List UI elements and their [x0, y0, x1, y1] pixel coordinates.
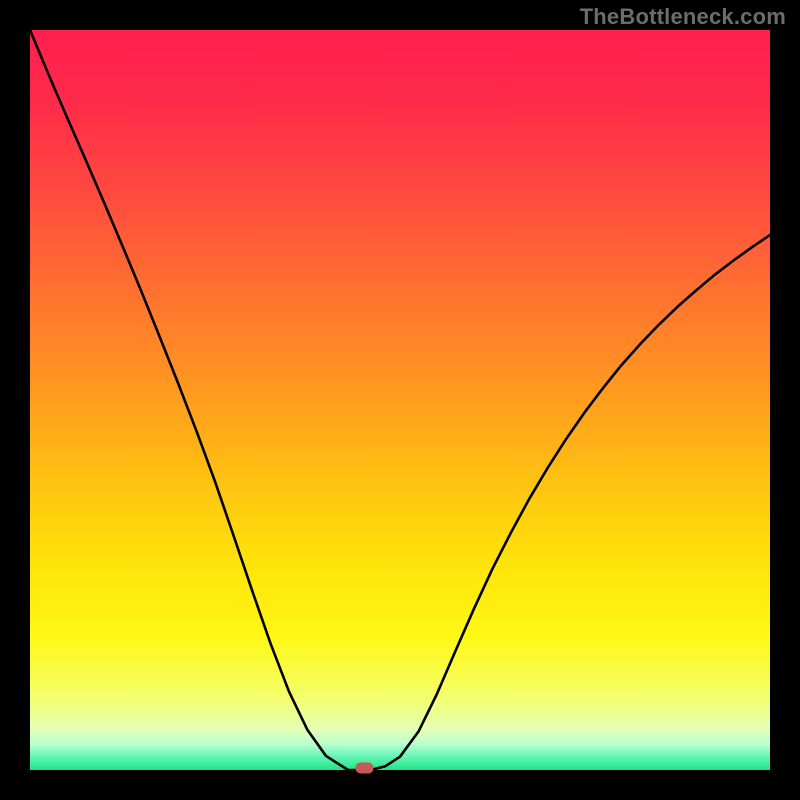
- watermark-text: TheBottleneck.com: [580, 4, 786, 30]
- optimal-marker: [355, 763, 373, 774]
- chart-frame: { "watermark": "TheBottleneck.com", "cha…: [0, 0, 800, 800]
- bottleneck-chart: [0, 0, 800, 800]
- plot-background: [30, 30, 770, 770]
